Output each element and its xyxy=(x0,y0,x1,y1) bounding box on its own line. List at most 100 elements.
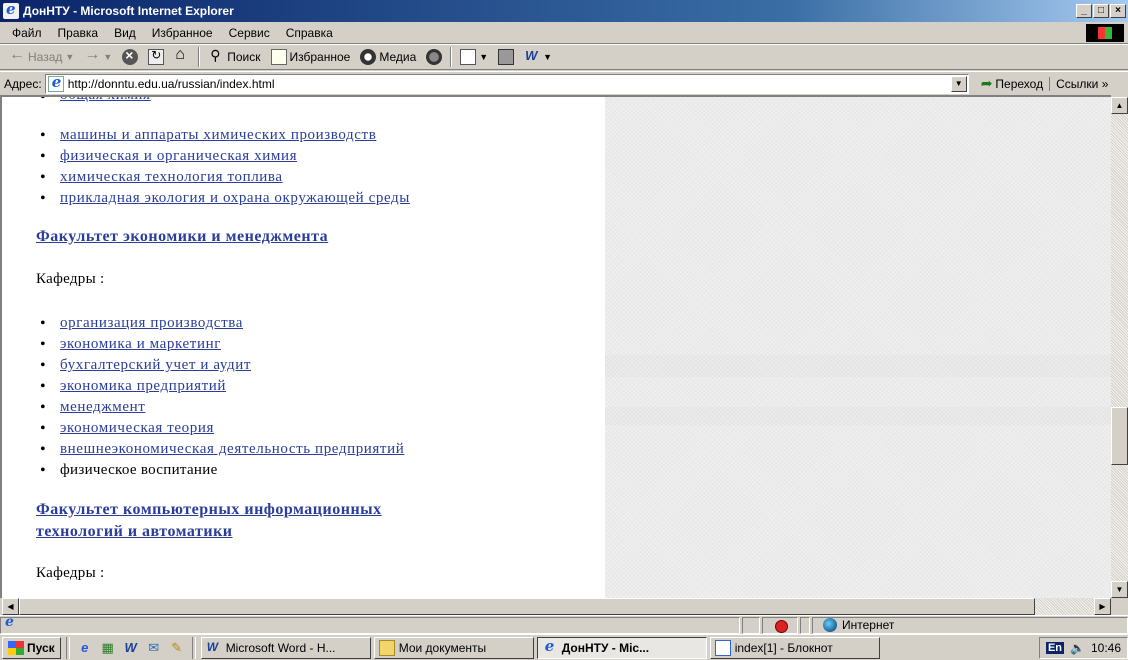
status-bar: Интернет xyxy=(0,614,1128,634)
quicklaunch-desktop-icon[interactable]: ▦ xyxy=(98,639,118,657)
word-icon xyxy=(524,48,540,65)
menu-favorites[interactable]: Избранное xyxy=(144,26,221,40)
volume-icon[interactable]: 🔈 xyxy=(1070,641,1085,655)
menu-edit[interactable]: Правка xyxy=(50,26,107,40)
address-dropdown-icon[interactable]: ▼ xyxy=(950,75,967,92)
department-link[interactable]: внешнеэкономическая деятельность предпри… xyxy=(60,441,404,457)
menu-file[interactable]: Файл xyxy=(0,26,50,40)
zone-label: Интернет xyxy=(842,618,895,632)
status-text-area xyxy=(0,614,740,634)
department-link[interactable]: экономическая теория xyxy=(60,420,214,436)
forward-arrow-icon xyxy=(84,46,100,65)
department-link[interactable]: бухгалтерский учет и аудит xyxy=(60,357,251,373)
departments-label: Кафедры : xyxy=(36,271,105,287)
list-item: физическое воспитание xyxy=(36,460,404,481)
department-link[interactable]: физическая и органическая химия xyxy=(60,148,297,164)
ie-app-icon[interactable] xyxy=(3,0,19,19)
home-icon xyxy=(174,46,190,65)
window-title: ДонНТУ - Microsoft Internet Explorer xyxy=(23,4,234,18)
taskbar-separator xyxy=(65,636,70,659)
scroll-down-button[interactable]: ▼ xyxy=(1111,581,1128,598)
go-label: Переход xyxy=(995,76,1044,91)
address-input[interactable]: http://donntu.edu.ua/russian/index.html … xyxy=(44,73,969,94)
quicklaunch-word-icon[interactable]: W xyxy=(121,639,141,657)
scroll-right-button[interactable]: ▶ xyxy=(1094,598,1111,615)
department-link[interactable]: прикладная экология и охрана окружающей … xyxy=(60,190,410,206)
start-button[interactable]: Пуск xyxy=(2,636,61,659)
page-side-panel xyxy=(605,97,1111,598)
faculty-link[interactable]: Факультет компьютерных информационных xyxy=(36,501,382,518)
department-link[interactable]: экономика и маркетинг xyxy=(60,336,221,352)
task-word[interactable]: Microsoft Word - Н... xyxy=(200,636,371,659)
security-zone: Интернет xyxy=(812,616,1128,634)
links-button[interactable]: Ссылки » xyxy=(1049,76,1108,91)
toolbar: Назад ▼ ▼ Поиск Избранное Медиа ▼ ▼ xyxy=(0,44,1128,70)
side-panel-band xyxy=(605,407,1111,425)
vertical-scrollbar[interactable]: ▲ ▼ xyxy=(1111,97,1128,598)
close-button[interactable]: × xyxy=(1110,4,1126,18)
clock[interactable]: 10:46 xyxy=(1091,641,1121,655)
ie-icon xyxy=(542,638,558,656)
address-label: Адрес: xyxy=(4,76,42,91)
edit-word-button[interactable]: ▼ xyxy=(519,46,557,68)
refresh-button[interactable] xyxy=(143,46,169,68)
faculty-link[interactable]: технологий и автоматики xyxy=(36,523,233,540)
media-icon xyxy=(360,49,377,65)
faculty-heading: Факультет экономики и менеджмента xyxy=(36,228,328,246)
chevron-down-icon[interactable]: ▼ xyxy=(65,52,74,62)
print-icon xyxy=(498,49,515,65)
minimize-button[interactable]: _ xyxy=(1076,4,1092,18)
address-url[interactable]: http://donntu.edu.ua/russian/index.html xyxy=(68,77,951,91)
scrollbar-corner xyxy=(1111,598,1128,615)
history-icon xyxy=(426,49,443,65)
quicklaunch-outlook-icon[interactable]: ✉ xyxy=(144,639,164,657)
history-button[interactable] xyxy=(421,46,447,68)
menu-help[interactable]: Справка xyxy=(278,26,341,40)
horizontal-scrollbar[interactable]: ◀ ▶ xyxy=(2,598,1111,615)
task-ie-donntu[interactable]: ДонНТУ - Mic... xyxy=(536,636,707,659)
task-notepad[interactable]: index[1] - Блокнот xyxy=(709,636,880,659)
chevron-down-icon[interactable]: ▼ xyxy=(103,52,112,62)
mail-icon xyxy=(460,49,477,65)
stop-button[interactable] xyxy=(117,46,143,68)
quicklaunch-ie-icon[interactable]: e xyxy=(75,639,95,657)
maximize-button[interactable]: □ xyxy=(1093,4,1109,18)
department-link[interactable]: химическая технология топлива xyxy=(60,169,283,185)
mail-button[interactable]: ▼ xyxy=(455,46,493,68)
scroll-left-button[interactable]: ◀ xyxy=(2,598,19,615)
horizontal-scroll-thumb[interactable] xyxy=(19,598,1035,615)
chevron-down-icon: ▼ xyxy=(479,52,489,62)
department-link[interactable]: машины и аппараты химических производств xyxy=(60,127,376,143)
scroll-up-button[interactable]: ▲ xyxy=(1111,97,1128,114)
task-label: Мои документы xyxy=(398,640,487,655)
vertical-scroll-thumb[interactable] xyxy=(1111,407,1128,465)
links-label: Ссылки xyxy=(1056,76,1099,91)
media-button[interactable]: Медиа xyxy=(355,46,421,68)
list-item: прикладная экология и охрана окружающей … xyxy=(36,188,410,209)
faculty-link[interactable]: Факультет экономики и менеджмента xyxy=(36,228,328,245)
quicklaunch-pen-icon[interactable]: ✎ xyxy=(167,639,187,657)
notepad-icon xyxy=(714,639,731,656)
status-cell xyxy=(742,616,760,634)
link-partial[interactable]: общая химия xyxy=(60,97,151,103)
department-link[interactable]: экономика предприятий xyxy=(60,378,226,394)
language-indicator[interactable]: En xyxy=(1045,641,1065,654)
popup-blocked-icon[interactable] xyxy=(762,616,798,634)
back-button[interactable]: Назад ▼ xyxy=(4,46,79,68)
department-link[interactable]: организация производства xyxy=(60,315,243,331)
search-button[interactable]: Поиск xyxy=(203,46,265,68)
home-button[interactable] xyxy=(169,46,195,68)
task-label: index[1] - Блокнот xyxy=(734,640,833,655)
globe-icon xyxy=(823,618,837,632)
favorites-button[interactable]: Избранное xyxy=(266,46,356,68)
task-my-documents[interactable]: Мои документы xyxy=(373,636,534,659)
menu-tools[interactable]: Сервис xyxy=(221,26,278,40)
forward-button[interactable]: ▼ xyxy=(79,46,117,68)
menu-view[interactable]: Вид xyxy=(106,26,144,40)
start-label: Пуск xyxy=(27,640,55,655)
department-link[interactable]: менеджмент xyxy=(60,399,145,415)
task-label: Microsoft Word - Н... xyxy=(225,640,336,655)
go-button[interactable]: ➦ Переход xyxy=(975,75,1049,92)
print-button[interactable] xyxy=(493,46,519,68)
list-item: внешнеэкономическая деятельность предпри… xyxy=(36,439,404,460)
